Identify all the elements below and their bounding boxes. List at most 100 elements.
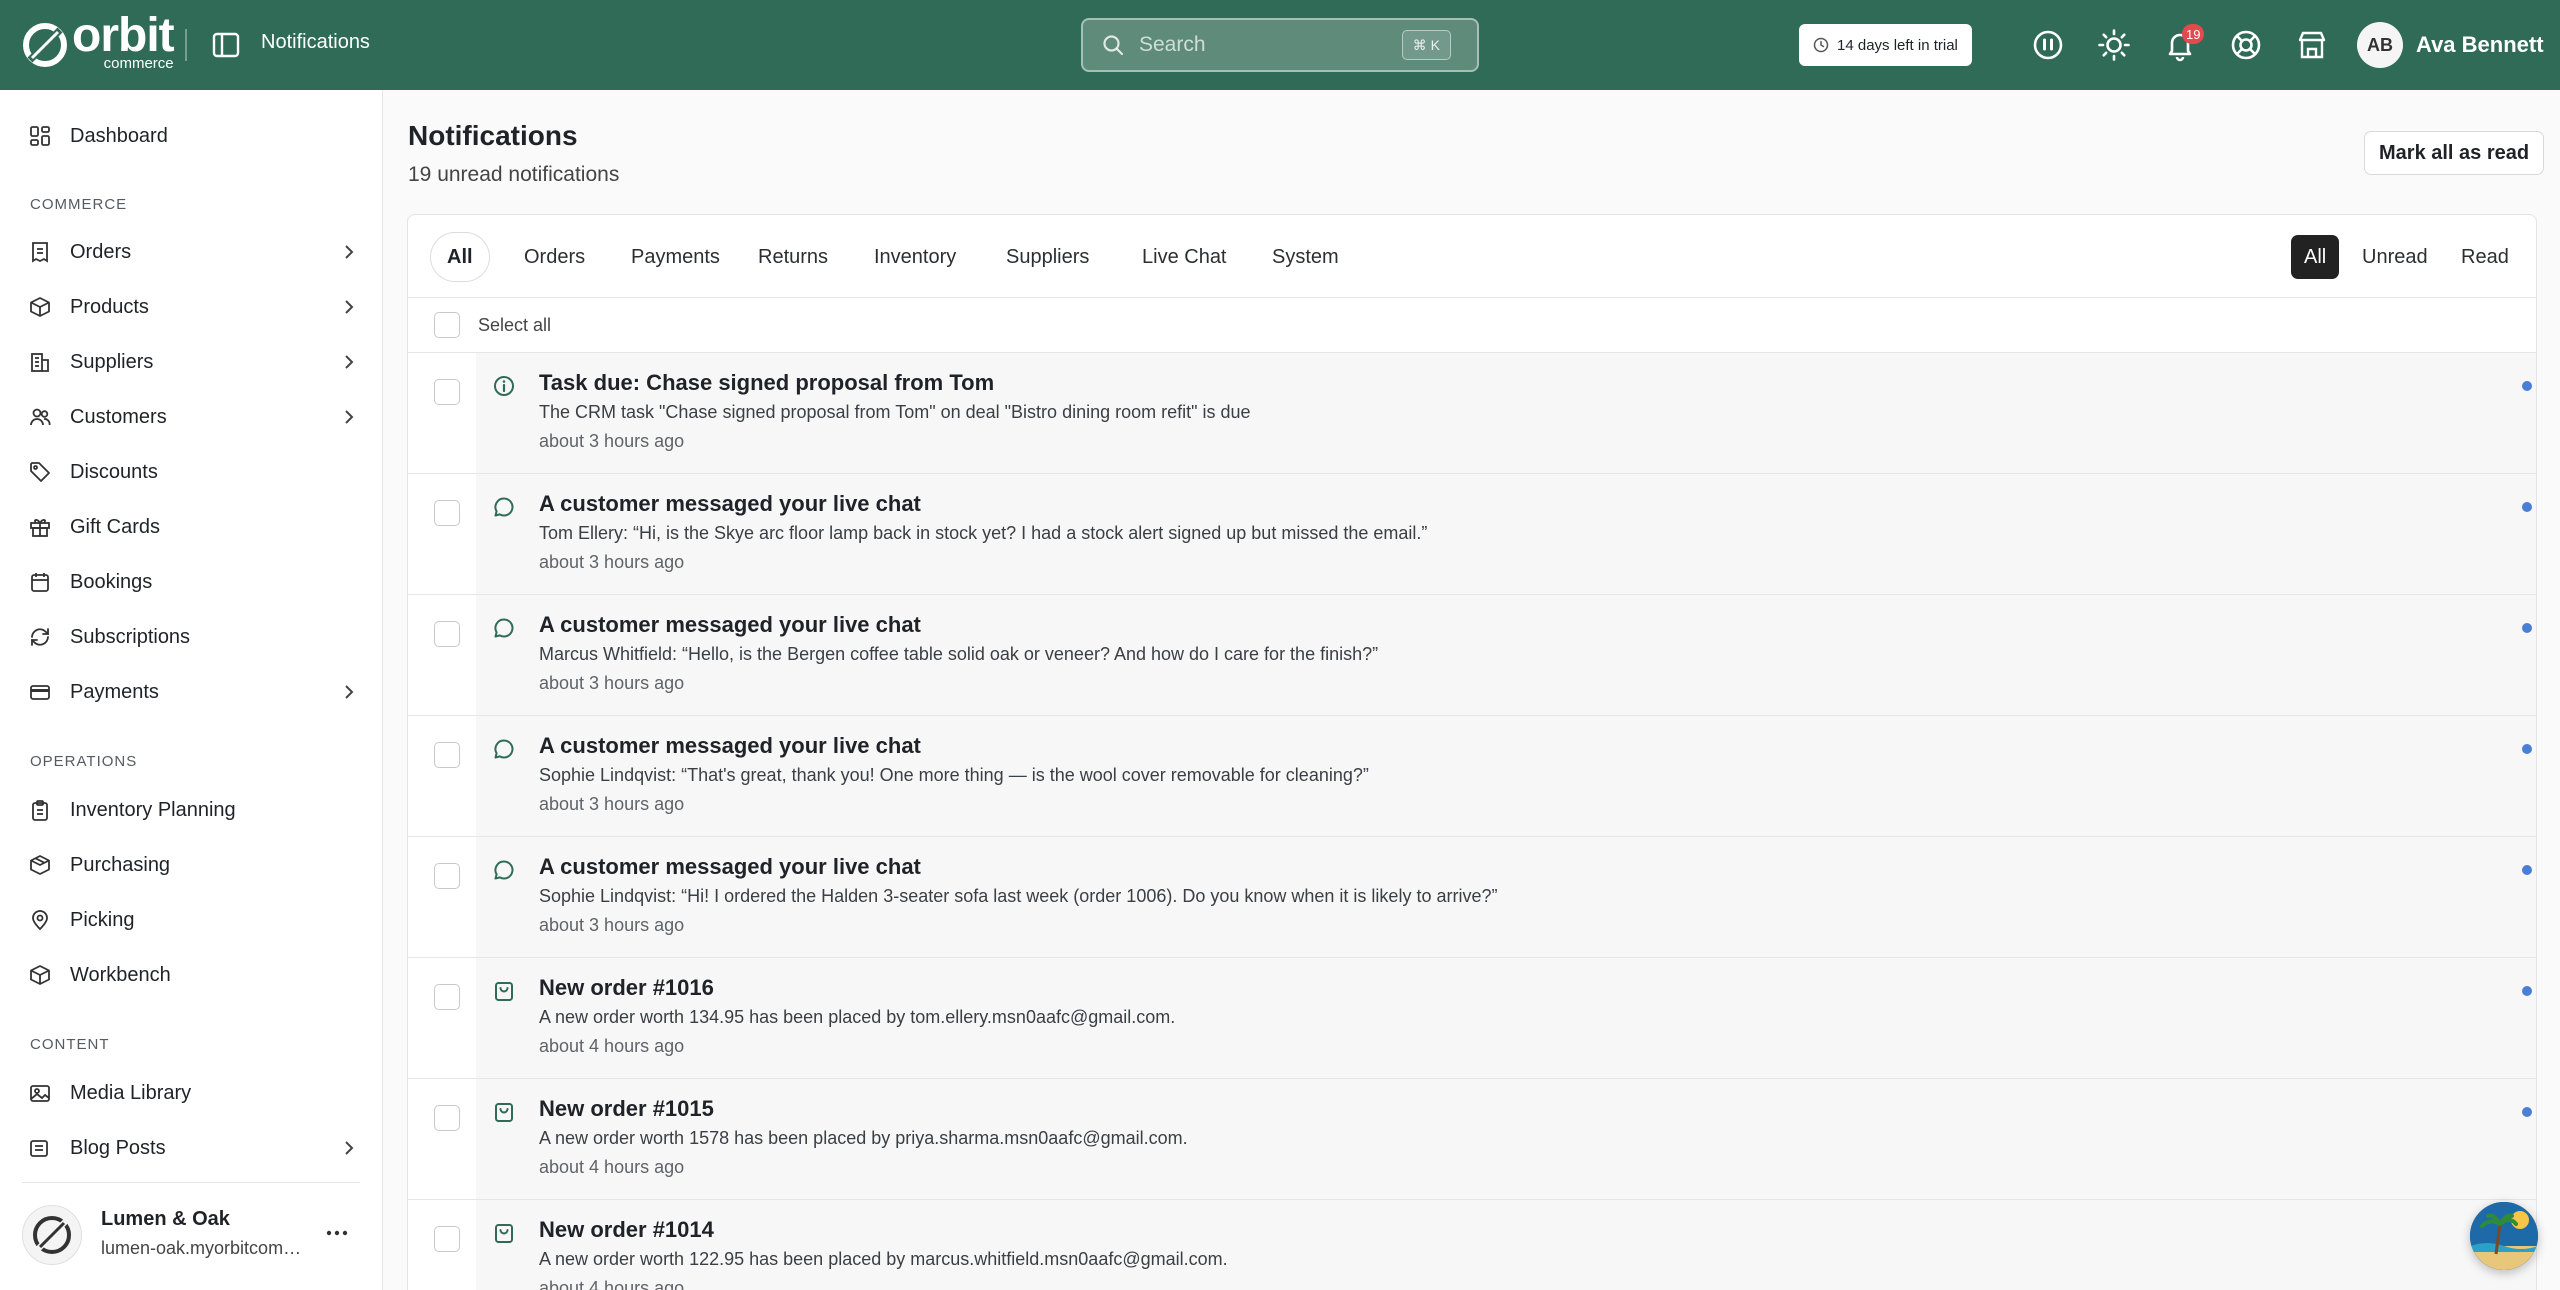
select-all-checkbox[interactable] [434,312,460,338]
notification-description: Sophie Lindqvist: “That's great, thank y… [539,765,1369,785]
notification-time: about 4 hours ago [539,1278,685,1290]
store-icon [2298,31,2326,59]
tab-payments[interactable]: Payments [615,232,736,282]
sidebar-item-blog-posts[interactable]: Blog Posts [29,1128,359,1168]
notification-time: about 3 hours ago [539,552,685,572]
notification-row[interactable]: New order #1016 A new order worth 134.95… [408,958,2536,1079]
notification-row[interactable]: New order #1014 A new order worth 122.95… [408,1200,2536,1290]
store-logo[interactable] [22,1205,82,1265]
sidebar-item-label: Gift Cards [70,515,161,538]
shopping-bag-icon [495,982,513,1001]
notifications-button[interactable]: 19 [2161,24,2205,64]
notification-row[interactable]: A customer messaged your live chat Sophi… [408,837,2536,958]
chevron-right-icon [345,300,354,314]
notification-row[interactable]: A customer messaged your live chat Tom E… [408,474,2536,595]
more-horizontal-icon[interactable] [324,1220,350,1246]
sidebar-item-label: Media Library [70,1081,192,1104]
sidebar: Dashboard COMMERCE Orders Products Suppl… [0,90,383,1290]
tab-system[interactable]: System [1256,232,1355,282]
orbit-logo[interactable]: orbit commerce [22,12,175,71]
sidebar-item-label: Purchasing [70,853,171,876]
tab-inventory[interactable]: Inventory [858,232,972,282]
sidebar-item-gift-cards[interactable]: Gift Cards [29,507,359,547]
package-icon [29,854,51,876]
notifications-card: All Orders Payments Returns Inventory Su… [407,214,2537,1290]
sidebar-toggle-icon[interactable] [210,29,242,61]
select-all-row: Select all [408,298,2536,353]
theme-toggle-button[interactable] [2095,26,2133,64]
unread-indicator [2522,744,2532,754]
notification-row[interactable]: A customer messaged your live chat Sophi… [408,716,2536,837]
tab-all[interactable]: All [430,232,490,282]
trial-label: 14 days left in trial [1837,36,1958,54]
map-pin-icon [29,909,51,931]
assistant-launcher-button[interactable] [2470,1202,2538,1270]
sidebar-item-label: Payments [70,680,159,703]
sidebar-item-payments[interactable]: Payments [29,672,359,712]
row-checkbox-cell [408,1079,476,1199]
row-checkbox[interactable] [434,984,460,1010]
row-checkbox[interactable] [434,1226,460,1252]
notification-description: A new order worth 134.95 has been placed… [539,1007,1176,1027]
sidebar-item-subscriptions[interactable]: Subscriptions [29,617,359,657]
row-checkbox-cell [408,474,476,594]
help-button[interactable] [2227,26,2265,64]
store-logo-icon [33,1216,71,1254]
sidebar-item-orders[interactable]: Orders [29,232,359,272]
sidebar-item-media-library[interactable]: Media Library [29,1073,359,1113]
row-checkbox[interactable] [434,379,460,405]
notification-row[interactable]: A customer messaged your live chat Marcu… [408,595,2536,716]
sidebar-item-workbench[interactable]: Workbench [29,955,359,995]
tab-live-chat[interactable]: Live Chat [1126,232,1243,282]
row-checkbox-cell [408,1200,476,1290]
sidebar-item-purchasing[interactable]: Purchasing [29,845,359,885]
ai-assistant-icon [2033,30,2063,60]
refresh-icon [29,626,51,648]
user-name[interactable]: Ava Bennett [2416,32,2544,58]
sidebar-item-suppliers[interactable]: Suppliers [29,342,359,382]
filter-unread[interactable]: Unread [2349,235,2441,279]
sidebar-item-label: Customers [70,405,167,428]
row-checkbox[interactable] [434,500,460,526]
store-url[interactable]: lumen-oak.myorbitcommerce.com [101,1238,306,1259]
trial-badge[interactable]: 14 days left in trial [1799,24,1972,66]
sidebar-item-discounts[interactable]: Discounts [29,452,359,492]
mark-all-read-button[interactable]: Mark all as read [2364,131,2545,175]
row-checkbox[interactable] [434,621,460,647]
sidebar-item-products[interactable]: Products [29,287,359,327]
building-icon [29,351,51,373]
tab-orders[interactable]: Orders [508,232,601,282]
row-checkbox[interactable] [434,742,460,768]
notification-count-badge: 19 [2182,24,2205,44]
dashboard-icon [29,125,51,147]
row-checkbox[interactable] [434,1105,460,1131]
store-name[interactable]: Lumen & Oak [101,1208,230,1231]
tab-returns[interactable]: Returns [742,232,844,282]
notification-description: A new order worth 1578 has been placed b… [539,1128,1188,1148]
sidebar-item-bookings[interactable]: Bookings [29,562,359,602]
ai-assistant-button[interactable] [2029,26,2067,64]
avatar[interactable]: AB [2357,22,2403,68]
gift-icon [29,516,51,538]
notification-body[interactable] [476,1200,2536,1290]
clipboard-icon [29,799,51,821]
notification-row[interactable]: Task due: Chase signed proposal from Tom… [408,353,2536,474]
row-checkbox[interactable] [434,863,460,889]
select-all-label[interactable]: Select all [478,315,551,336]
sidebar-item-label: Products [70,295,149,318]
filter-read[interactable]: Read [2448,235,2522,279]
sidebar-item-customers[interactable]: Customers [29,397,359,437]
sidebar-footer-divider [22,1182,360,1183]
search-input[interactable]: Search ⌘ K [1081,18,1479,72]
storefront-button[interactable] [2293,26,2331,64]
beach-avatar-icon [2470,1202,2538,1270]
main-content: Notifications 19 unread notifications Ma… [383,90,2560,1290]
newspaper-icon [29,1137,51,1159]
notification-row[interactable]: New order #1015 A new order worth 1578 h… [408,1079,2536,1200]
sidebar-item-inventory-planning[interactable]: Inventory Planning [29,790,359,830]
sidebar-item-picking[interactable]: Picking [29,900,359,940]
sidebar-item-dashboard[interactable]: Dashboard [29,116,359,156]
tab-suppliers[interactable]: Suppliers [990,232,1105,282]
filter-all[interactable]: All [2291,235,2340,279]
chevron-right-icon [345,355,354,369]
